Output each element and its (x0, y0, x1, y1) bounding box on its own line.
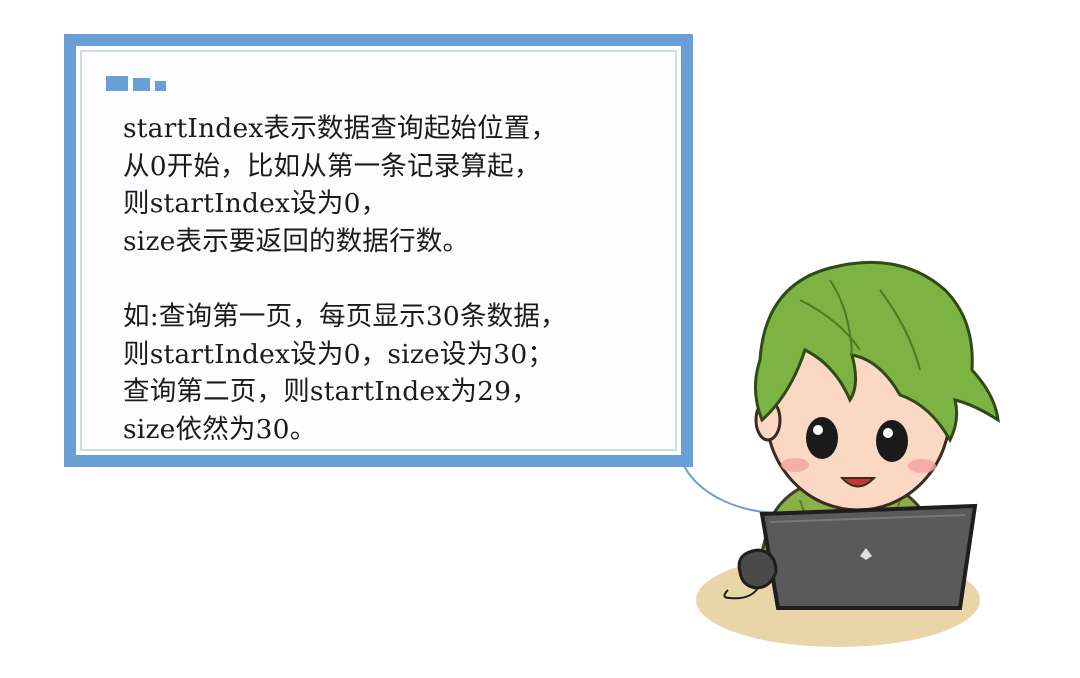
text-line: 从0开始，比如从第一条记录算起， (123, 150, 541, 182)
right-eye (876, 420, 908, 462)
text-line: size表示要返回的数据行数。 (123, 225, 470, 257)
character-hair (754, 260, 1000, 444)
speech-bubble-inner: startIndex表示数据查询起始位置， 从0开始，比如从第一条记录算起， 则… (80, 50, 677, 451)
text-line: 如:查询第一页，每页显示30条数据， (123, 300, 567, 332)
character-body (758, 474, 943, 562)
dot-small (155, 81, 166, 91)
left-eye (806, 417, 838, 459)
text-line: 则startIndex设为0，size设为30； (123, 338, 555, 370)
window-dots-icon (106, 76, 166, 91)
character-face (764, 314, 952, 512)
mouth (839, 477, 877, 488)
dot-large (106, 76, 128, 91)
text-line: startIndex表示数据查询起始位置， (123, 113, 558, 144)
text-line: 则startIndex设为0， (123, 188, 388, 220)
laptop-icon (759, 503, 978, 610)
bubble-text: startIndex表示数据查询起始位置， 从0开始，比如从第一条记录算起， 则… (123, 110, 665, 448)
computer-mouse-icon (737, 548, 778, 590)
speech-tail (683, 465, 791, 515)
text-line: size依然为30。 (123, 413, 317, 445)
dot-medium (133, 78, 150, 91)
laptop-logo (860, 548, 872, 560)
speech-bubble: startIndex表示数据查询起始位置， 从0开始，比如从第一条记录算起， 则… (64, 34, 693, 467)
ground-shadow (696, 553, 980, 647)
text-line: 查询第二页，则startIndex为29， (123, 376, 538, 408)
